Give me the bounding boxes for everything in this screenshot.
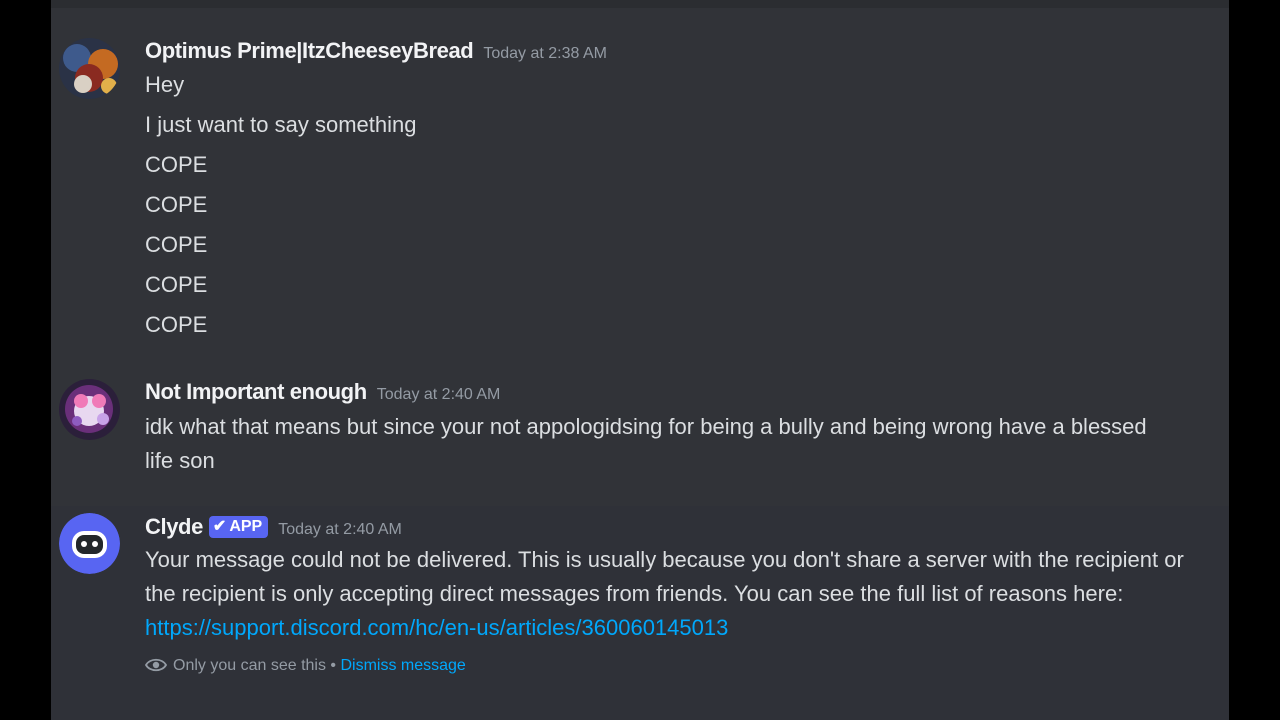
timestamp[interactable]: Today at 2:40 AM	[278, 521, 402, 538]
avatar[interactable]	[59, 38, 120, 99]
separator: •	[325, 657, 341, 674]
timestamp[interactable]: Today at 2:38 AM	[483, 45, 607, 62]
eye-icon	[144, 656, 168, 679]
ephemeral-text: Only you can see this	[173, 657, 326, 674]
avatar[interactable]	[59, 379, 120, 440]
message-line: Hey	[145, 72, 185, 97]
message-text: idk what that means but since your not a…	[145, 414, 1147, 473]
username[interactable]: Not Important enough	[145, 379, 367, 404]
username[interactable]: Optimus Prime|ItzCheeseyBread	[145, 38, 474, 63]
ephemeral-notice: Only you can see this • Dismiss message	[144, 656, 466, 679]
message-line: COPE	[145, 192, 208, 217]
message-line: COPE	[145, 312, 208, 337]
message-header: Not Important enough Today at 2:40 AM	[145, 379, 500, 405]
dismiss-message-link[interactable]: Dismiss message	[340, 657, 465, 674]
timestamp[interactable]: Today at 2:40 AM	[377, 386, 501, 403]
message-line: I just want to say something	[145, 112, 417, 137]
checkmark-icon: ✔	[212, 518, 227, 535]
message-body: Your message could not be delivered. Thi…	[145, 547, 1184, 606]
message-line: COPE	[145, 232, 208, 257]
app-badge: ✔ APP	[208, 516, 269, 538]
message-line: COPE	[145, 152, 208, 177]
username[interactable]: Clyde	[145, 514, 203, 539]
top-divider	[51, 0, 1229, 8]
message-header: Optimus Prime|ItzCheeseyBread Today at 2:…	[145, 38, 607, 64]
message-line: COPE	[145, 272, 208, 297]
badge-label: APP	[229, 518, 263, 535]
clyde-avatar[interactable]	[59, 513, 120, 574]
message-text: Your message could not be delivered. Thi…	[145, 543, 1205, 645]
chat-messages-panel: Optimus Prime|ItzCheeseyBread Today at 2:…	[51, 0, 1229, 720]
message-header: Clyde ✔ APP Today at 2:40 AM	[145, 514, 402, 540]
support-link[interactable]: https://support.discord.com/hc/en-us/art…	[145, 615, 728, 640]
